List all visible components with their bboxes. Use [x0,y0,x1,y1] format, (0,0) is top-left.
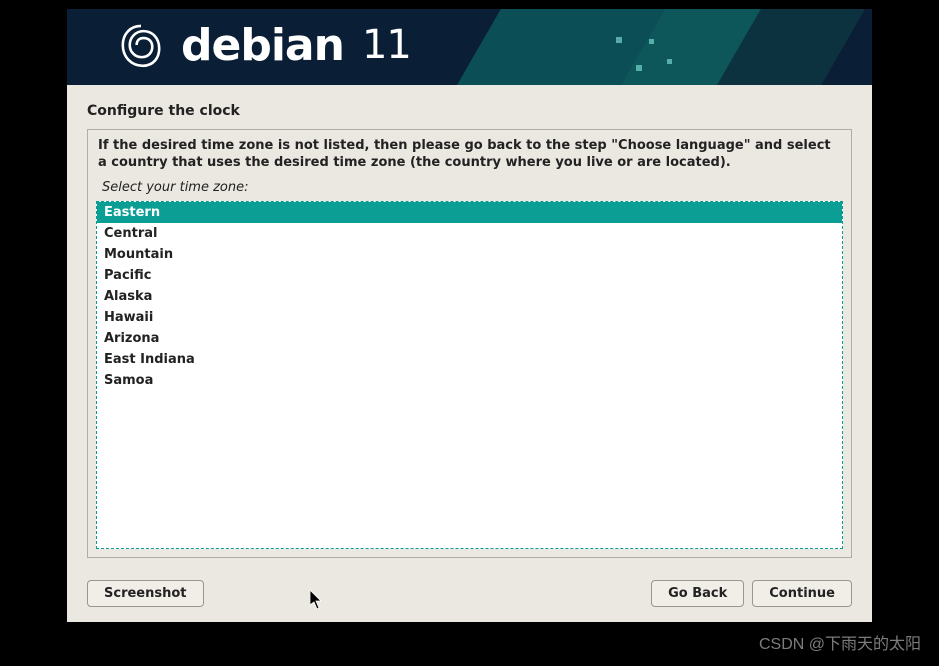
brand-version: 11 [362,22,411,68]
debian-wordmark: debian 11 [181,20,411,71]
timezone-option[interactable]: Samoa [97,370,842,391]
banner: debian 11 [67,9,872,85]
banner-decoration [649,39,654,44]
instruction-text: If the desired time zone is not listed, … [96,138,843,176]
go-back-button[interactable]: Go Back [651,580,744,607]
debian-brand: debian 11 [119,19,411,71]
timezone-option[interactable]: East Indiana [97,349,842,370]
timezone-option[interactable]: Eastern [97,202,842,223]
timezone-option[interactable]: Alaska [97,286,842,307]
screenshot-button[interactable]: Screenshot [87,580,204,607]
timezone-option[interactable]: Arizona [97,328,842,349]
banner-decoration [667,59,672,64]
prompt-label: Select your time zone: [96,176,843,201]
timezone-option[interactable]: Hawaii [97,307,842,328]
banner-decoration [616,37,622,43]
timezone-option[interactable]: Pacific [97,265,842,286]
continue-button[interactable]: Continue [752,580,852,607]
timezone-listbox[interactable]: EasternCentralMountainPacificAlaskaHawai… [96,201,843,549]
banner-decoration [432,9,773,85]
installer-window: debian 11 Configure the clock If the des… [67,9,872,622]
brand-name: debian [181,20,344,71]
debian-swirl-icon [119,19,163,71]
page-title: Configure the clock [67,85,872,129]
button-bar: Screenshot Go Back Continue [67,558,872,607]
banner-decoration [636,65,642,71]
main-panel: If the desired time zone is not listed, … [87,129,852,558]
timezone-option[interactable]: Mountain [97,244,842,265]
watermark-text: CSDN @下雨天的太阳 [759,630,921,654]
timezone-option[interactable]: Central [97,223,842,244]
